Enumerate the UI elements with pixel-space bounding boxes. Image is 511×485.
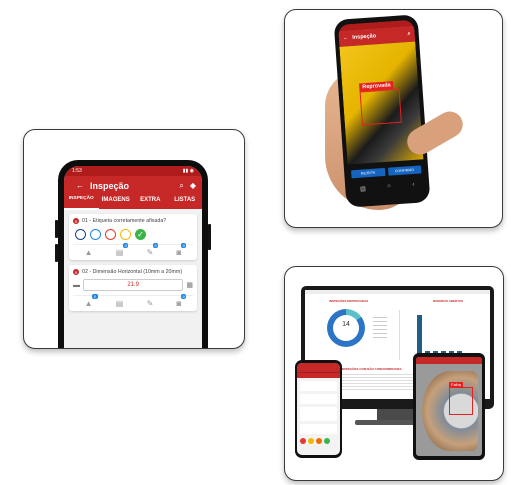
page-title: Inspeção xyxy=(90,180,130,191)
dashboard-devices-card: INSPEÇÕES REPROVADAS ROENDAS ABERTAS 14 … xyxy=(284,266,504,481)
tab-bar: INSPEÇÃO IMAGENS EXTRA LISTAS xyxy=(64,194,203,210)
warning-icon[interactable]: ▲ 0 xyxy=(85,294,98,308)
calculator-icon[interactable]: ▦ xyxy=(186,281,193,289)
camera-icon[interactable]: ◙ 0 xyxy=(177,243,187,257)
question-text: 02 - Dimensão Horizontal (10mm a 20mm) xyxy=(82,269,183,275)
tablet-screen: Falha xyxy=(416,357,482,456)
warning-icon[interactable]: ▲ xyxy=(85,248,93,257)
search-icon[interactable]: ⌕ xyxy=(407,30,411,37)
home-icon[interactable]: ○ xyxy=(387,184,391,191)
tab-imagens[interactable]: IMAGENS xyxy=(99,195,134,209)
back-arrow-icon[interactable]: ← xyxy=(76,181,84,190)
back-icon[interactable]: ‹ xyxy=(412,182,414,189)
recent-apps-icon[interactable]: ▥ xyxy=(360,185,366,192)
option-red[interactable] xyxy=(105,229,116,240)
status-bar: 1:53 ▮▮ ◉ xyxy=(64,166,202,176)
question-actions: ▲ 0 ▤ ✎ ◙ 0 xyxy=(73,294,193,308)
question-status-icon: ✕ xyxy=(73,218,79,224)
confirm-button[interactable]: CONFIRMO xyxy=(387,165,422,176)
question-card-1: ✕ 01 - Etiqueta corretamente afixada? ✓ ▲… xyxy=(69,214,197,260)
phone-screen xyxy=(297,363,340,455)
table-title: INSPEÇÕES COM NÃO CONFORMIDADES xyxy=(341,367,402,371)
tablet-mockup: Falha xyxy=(413,353,485,460)
phone-screen: ← Inspeção ⌕ Reprovada REJEITA CONFIRMO … xyxy=(337,19,427,203)
photo-inspection-card: ← Inspeção ⌕ Reprovada REJEITA CONFIRMO … xyxy=(284,9,503,228)
camera-icon[interactable]: ◙ 0 xyxy=(177,294,187,308)
battery-icon: ▮▮ ◉ xyxy=(182,168,194,174)
failure-box xyxy=(359,88,402,126)
question-card-2: ✕ 02 - Dimensão Horizontal (10mm a 20mm) … xyxy=(69,265,197,311)
keyboard-icon[interactable]: ▬ xyxy=(73,282,80,289)
measurement-input[interactable]: 21.9 xyxy=(83,279,184,291)
page-title: Inspeção xyxy=(352,33,377,41)
option-yellow[interactable] xyxy=(120,229,131,240)
status-time: 1:53 xyxy=(72,168,82,174)
option-blue[interactable] xyxy=(75,229,86,240)
tab-listas[interactable]: LISTAS xyxy=(168,195,203,209)
option-orange[interactable] xyxy=(316,438,322,444)
option-light-blue[interactable] xyxy=(90,229,101,240)
option-yellow[interactable] xyxy=(308,438,314,444)
app-header: ← Inspeção ⌕ ◆ xyxy=(64,176,202,195)
answer-options: ✓ xyxy=(75,229,193,240)
option-green[interactable] xyxy=(324,438,330,444)
pen-icon[interactable]: ✎ 0 xyxy=(147,243,159,257)
check-icon[interactable]: ✓ xyxy=(135,229,146,240)
reject-button[interactable]: REJEITA xyxy=(351,167,386,179)
tab-extra[interactable]: EXTRA xyxy=(133,195,168,209)
question-text: 01 - Etiqueta corretamente afixada? xyxy=(82,218,167,224)
question-actions: ▲ ▤ 0 ✎ 0 ◙ 0 xyxy=(73,243,193,257)
donut-chart xyxy=(327,309,365,347)
phone-mockup: 1:53 ▮▮ ◉ ← Inspeção ⌕ ◆ INSPEÇÃO IMAGEN… xyxy=(55,160,211,348)
tag-icon[interactable]: ◆ xyxy=(190,181,196,190)
comment-icon[interactable]: ▤ xyxy=(116,299,124,308)
tab-inspecao[interactable]: INSPEÇÃO xyxy=(64,194,99,210)
dash-left-title: INSPEÇÕES REPROVADAS xyxy=(329,299,369,303)
dash-right-title: ROENDAS ABERTAS xyxy=(433,299,464,303)
failure-box xyxy=(449,387,473,415)
comment-icon[interactable]: ▤ 0 xyxy=(116,243,129,257)
phone-mockup xyxy=(295,360,342,458)
phone-mockup: ← Inspeção ⌕ Reprovada REJEITA CONFIRMO … xyxy=(333,14,431,208)
question-status-icon: ✕ xyxy=(73,269,79,275)
legend xyxy=(373,314,387,338)
search-icon[interactable]: ⌕ xyxy=(179,181,183,191)
phone-screen: 1:53 ▮▮ ◉ ← Inspeção ⌕ ◆ INSPEÇÃO IMAGEN… xyxy=(64,166,203,348)
donut-value: 14 xyxy=(342,321,350,328)
back-arrow-icon[interactable]: ← xyxy=(343,35,349,41)
pen-icon[interactable]: ✎ xyxy=(147,299,154,308)
option-red[interactable] xyxy=(300,438,306,444)
inspection-form-card: 1:53 ▮▮ ◉ ← Inspeção ⌕ ◆ INSPEÇÃO IMAGEN… xyxy=(23,129,245,349)
